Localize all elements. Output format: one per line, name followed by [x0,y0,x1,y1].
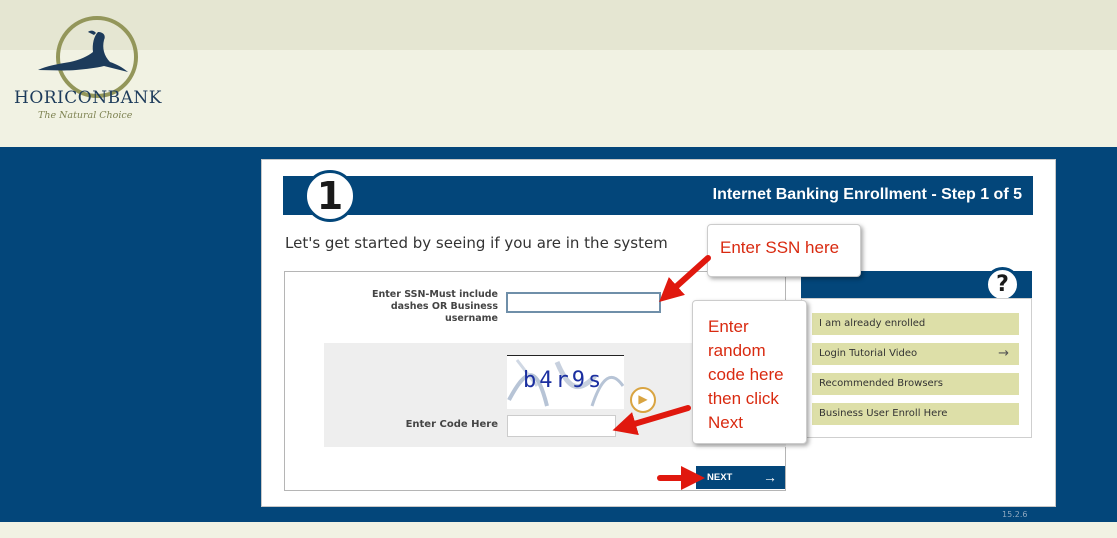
ssn-callout: Enter SSN here [707,224,861,277]
captcha-image: b4r9s [507,355,624,409]
page-header: HORICONBANK The Natural Choice [0,0,1117,147]
help-link-recommended-browsers[interactable]: Recommended Browsers [812,373,1019,395]
help-question-icon[interactable]: ? [985,267,1020,302]
captcha-code-input[interactable] [507,415,616,437]
help-link-business-enroll[interactable]: Business User Enroll Here [812,403,1019,425]
bank-tagline: The Natural Choice [38,110,133,121]
bank-name-bank: BANK [107,88,162,108]
arrow-right-icon: → [763,469,777,485]
footer-strip [0,522,1117,538]
help-link-tutorial-video[interactable]: Login Tutorial Video → [812,343,1019,365]
version-label: 15.2.6 [1002,510,1028,519]
help-link-label: Business User Enroll Here [819,408,948,419]
next-button-label: NEXT [707,472,733,483]
bank-name: HORICONBANK [14,88,162,108]
captcha-audio-button[interactable]: ▶ [630,387,656,413]
help-link-label: Recommended Browsers [819,378,943,389]
help-link-label: I am already enrolled [819,318,926,329]
bank-name-horicon: HORICON [14,88,108,108]
header-band [0,0,1117,50]
goose-icon [38,30,128,72]
ssn-input[interactable] [506,292,661,313]
horicon-bank-logo[interactable]: HORICONBANK The Natural Choice [14,14,164,124]
next-button[interactable]: NEXT → [696,466,785,489]
help-link-label: Login Tutorial Video [819,348,918,359]
arrow-right-icon: → [998,346,1009,361]
page-subtitle: Let's get started by seeing if you are i… [285,234,668,252]
page-title: Internet Banking Enrollment - Step 1 of … [712,186,1022,203]
captcha-text: b4r9s [523,368,605,393]
step-number-badge: 1 [304,170,356,222]
help-link-already-enrolled[interactable]: I am already enrolled [812,313,1019,335]
code-field-label: Enter Code Here [405,419,498,430]
speaker-icon: ▶ [638,392,648,406]
ssn-field-label: Enter SSN-Must include dashes OR Busines… [371,289,498,324]
code-callout: Enter random code here then click Next [692,300,807,444]
